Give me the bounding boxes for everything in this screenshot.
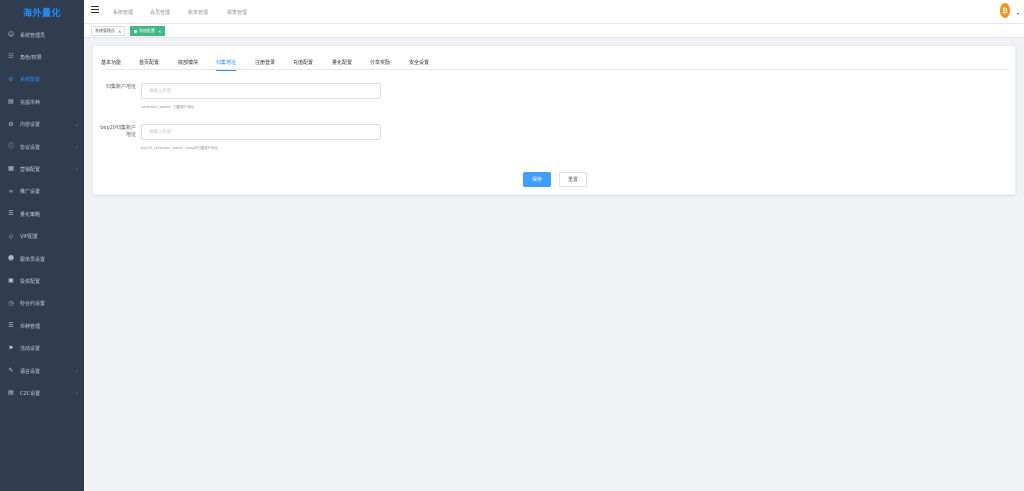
sidebar: 海外量化 ☺ 系统管理员 ☷ 角色/权限 ⚙ 系统配置 ▤ 充提币种 ⚙ 内容设置 ⌄ ⓘ 协议设置 ⌄ ▦… xyxy=(0,0,84,491)
cog-icon: ⚙ xyxy=(8,120,14,128)
sidebar-item[interactable]: ▣ 投资配置 xyxy=(0,270,84,292)
sidebar-item-label: 充提币种 xyxy=(20,99,41,106)
bep20-wallet-label: bep20归集账户地址 xyxy=(100,125,136,138)
sidebar-item-label: 角色/权限 xyxy=(20,54,42,61)
settings-card: 基本功能 首页配置 底部模块 归集地址 注册登录 充值配置 量化配置 分享奖励 … xyxy=(92,45,1016,195)
nav-tab-system[interactable]: 系统管理 xyxy=(113,0,133,24)
sidebar-item-label: 跟单员设置 xyxy=(20,256,46,263)
clock-icon: ◷ xyxy=(8,299,14,307)
save-button[interactable]: 保存 xyxy=(523,172,551,187)
active-dot-icon xyxy=(134,29,137,33)
sidebar-item-label: 协议设置 xyxy=(20,144,41,151)
sidebar-item-label: 推广设置 xyxy=(20,189,41,196)
collection-wallet-hint: collection_wallet : 归集账户地址 xyxy=(141,105,195,109)
tab-home[interactable]: 首页配置 xyxy=(139,54,159,70)
chevron-down-icon: ⌄ xyxy=(74,390,79,397)
sidebar-item[interactable]: ✎ 语言设置 ⌄ xyxy=(0,360,84,382)
chevron-down-icon: ⌄ xyxy=(74,144,79,150)
org-chart-icon: ☷ xyxy=(8,53,14,61)
database-icon: ☰ xyxy=(8,210,14,218)
sidebar-item-label: 营销配置 xyxy=(20,166,41,173)
tab-basic[interactable]: 基本功能 xyxy=(101,54,121,70)
sidebar-item[interactable]: ☰ 量化策略 xyxy=(0,203,84,225)
flag-icon: ⚑ xyxy=(8,344,14,352)
sidebar-item-label: 语言设置 xyxy=(20,368,41,375)
sidebar-item[interactable]: ◇ VIP配置 xyxy=(0,226,84,248)
tab-recharge[interactable]: 充值配置 xyxy=(293,54,313,70)
brand-logo[interactable]: 海外量化 xyxy=(0,0,84,24)
collection-wallet-label: 归集账户地址 xyxy=(105,84,136,90)
sidebar-item-label: VIP配置 xyxy=(20,234,38,241)
sidebar-item[interactable]: ◷ 秒合约设置 xyxy=(0,293,84,315)
bep20-wallet-input[interactable] xyxy=(141,124,381,140)
hamburger-icon[interactable] xyxy=(91,6,99,14)
chevron-down-icon: ⌄ xyxy=(74,368,79,374)
sidebar-item-label: 量化策略 xyxy=(20,211,41,218)
top-header: 系统管理 会员管理 账单管理 报表管理 ₿ ▾ xyxy=(84,0,1024,24)
sidebar-item[interactable]: ☰ 币种管理 xyxy=(0,315,84,337)
tab-quant[interactable]: 量化配置 xyxy=(332,54,352,70)
sidebar-item-label: C2C设置 xyxy=(20,390,41,397)
collection-wallet-input[interactable] xyxy=(141,83,381,99)
nav-tab-bills[interactable]: 账单管理 xyxy=(188,0,208,24)
sidebar-item[interactable]: ▤ 充提币种 xyxy=(0,91,84,113)
sidebar-item[interactable]: ∞ 推广设置 xyxy=(0,181,84,203)
picture-icon: ▣ xyxy=(8,277,14,285)
nav-tab-members[interactable]: 会员管理 xyxy=(150,0,170,24)
chevron-down-icon: ⌄ xyxy=(74,121,79,128)
settings-tabs: 基本功能 首页配置 底部模块 归集地址 注册登录 充值配置 量化配置 分享奖励 … xyxy=(101,54,1009,71)
sidebar-item[interactable]: ▦ 营销配置 ⌄ xyxy=(0,158,84,180)
sidebar-item-label: 币种管理 xyxy=(20,323,41,330)
caret-down-icon[interactable]: ▾ xyxy=(1017,11,1019,16)
tab-security[interactable]: 安全设置 xyxy=(409,54,429,70)
sidebar-item[interactable]: ⚑ 活动设置 xyxy=(0,338,84,360)
person-icon: ☻ xyxy=(7,255,15,262)
tag-system-config[interactable]: 系统配置 × xyxy=(130,26,166,36)
gear-icon: ⚙ xyxy=(8,75,14,83)
sidebar-item[interactable]: ⚙ 内容设置 ⌄ xyxy=(0,114,84,136)
sidebar-item[interactable]: ⓘ 协议设置 ⌄ xyxy=(0,136,84,158)
wallet-icon: ▤ xyxy=(8,389,14,397)
shield-icon: ◇ xyxy=(8,232,14,240)
calendar-icon: ▦ xyxy=(8,165,14,173)
sidebar-item-label: 系统管理员 xyxy=(20,32,46,39)
sidebar-item[interactable]: ⚙ 系统配置 xyxy=(0,69,84,91)
tab-register[interactable]: 注册登录 xyxy=(255,54,275,70)
edit-icon: ✎ xyxy=(8,367,14,374)
sidebar-item-label: 秒合约设置 xyxy=(20,301,46,308)
stack-icon: ☰ xyxy=(8,322,14,330)
sidebar-item-label: 内容设置 xyxy=(20,122,41,129)
tab-collection[interactable]: 归集地址 xyxy=(216,54,237,71)
sidebar-item[interactable]: ▤ C2C设置 ⌄ xyxy=(0,382,84,404)
tag-system-admin[interactable]: 系统管理员 × xyxy=(91,26,126,36)
tags-view: 系统管理员 × 系统配置 × xyxy=(84,24,1024,38)
sidebar-item-label: 活动设置 xyxy=(20,346,41,353)
sidebar-item[interactable]: ☷ 角色/权限 xyxy=(0,46,84,68)
sidebar-item[interactable]: ☻ 跟单员设置 xyxy=(0,248,84,270)
tag-label: 系统配置 xyxy=(139,28,155,33)
close-icon[interactable]: × xyxy=(158,29,161,34)
tab-share[interactable]: 分享奖励 xyxy=(370,54,390,70)
sidebar-item-label: 系统配置 xyxy=(20,77,41,84)
link-icon: ∞ xyxy=(8,187,14,195)
user-icon: ☺ xyxy=(7,31,15,38)
info-circle-icon: ⓘ xyxy=(7,143,14,150)
sidebar-item-label: 投资配置 xyxy=(20,278,41,285)
user-avatar[interactable]: ₿ xyxy=(1000,3,1010,18)
tag-label: 系统管理员 xyxy=(95,28,115,33)
briefcase-icon: ▤ xyxy=(8,98,14,106)
tab-footer[interactable]: 底部模块 xyxy=(178,54,198,70)
nav-tab-reports[interactable]: 报表管理 xyxy=(227,0,247,24)
bep20-wallet-hint: bep20_collection_wallet : bep20归集账户地址 xyxy=(141,146,219,150)
close-icon[interactable]: × xyxy=(118,29,121,34)
reset-button[interactable]: 重置 xyxy=(559,172,587,187)
sidebar-item[interactable]: ☺ 系统管理员 xyxy=(0,24,84,46)
chevron-down-icon: ⌄ xyxy=(74,166,79,173)
